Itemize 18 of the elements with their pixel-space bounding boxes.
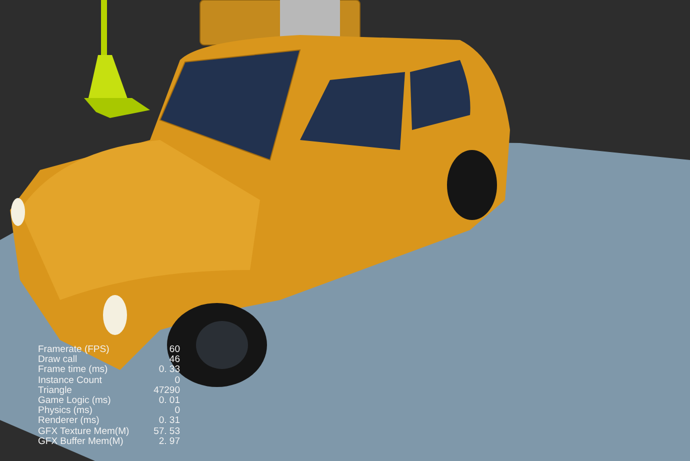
- stat-value: 0: [174, 376, 180, 386]
- stat-label: GFX Texture Mem(M): [38, 426, 130, 437]
- stat-value: 60: [168, 345, 180, 356]
- stat-value: 46: [168, 355, 180, 366]
- stat-label: Instance Count: [38, 376, 103, 386]
- stat-value: 0. 01: [158, 396, 180, 406]
- stat-label: Physics (ms): [38, 406, 92, 416]
- stat-label: Draw call: [38, 355, 78, 366]
- stat-label: Renderer (ms): [38, 416, 100, 427]
- stat-label: Triangle: [38, 386, 73, 396]
- stat-value: 0. 31: [158, 416, 180, 427]
- stat-label: Game Logic (ms): [38, 396, 112, 406]
- stat-value: 2. 97: [158, 436, 180, 448]
- stat-value: 0: [174, 406, 180, 416]
- stat-label: Framerate (FPS): [38, 345, 110, 355]
- stat-value: 47290: [154, 386, 180, 396]
- stat-value: 57. 53: [154, 426, 180, 437]
- stat-label: Frame time (ms): [38, 365, 109, 376]
